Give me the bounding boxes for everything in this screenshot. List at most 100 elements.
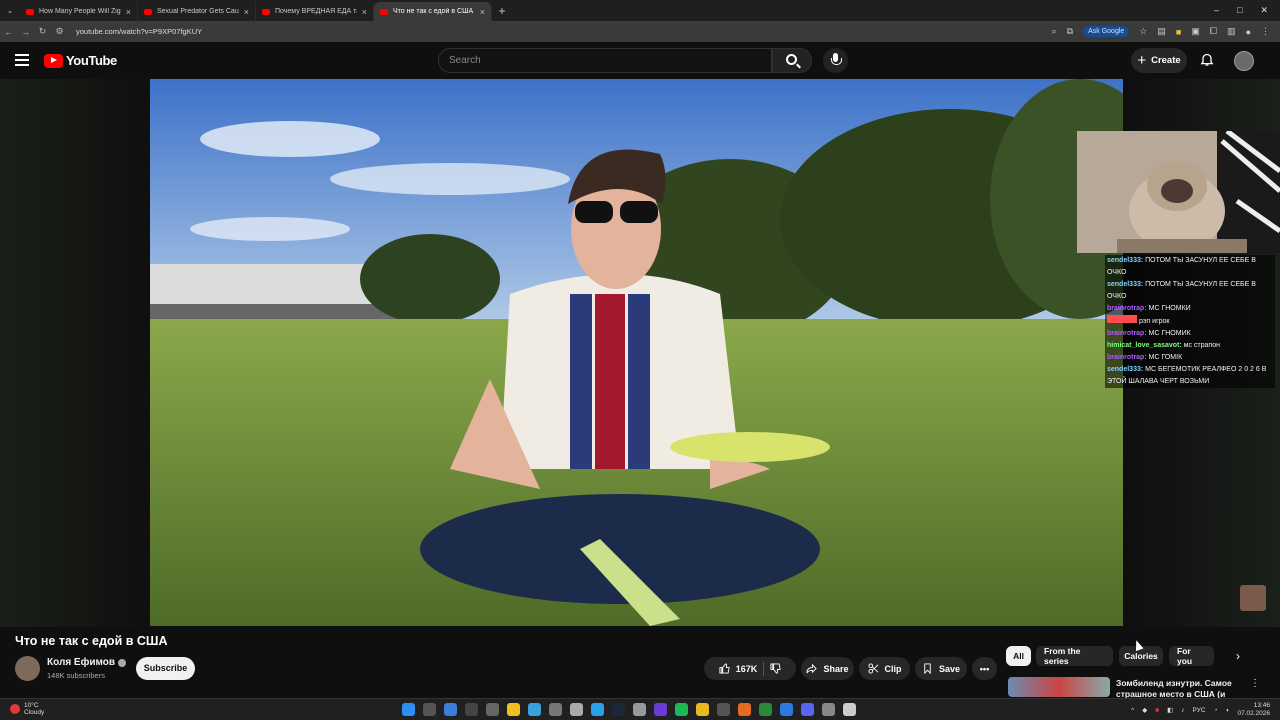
date: 07.02.2026: [1237, 710, 1270, 717]
recommendation-title[interactable]: Зомбиленд изнутри. Самое страшное место …: [1116, 678, 1236, 698]
app-icon[interactable]: [528, 703, 541, 716]
chip-all[interactable]: All: [1006, 646, 1031, 666]
chat-username: sendel333:: [1107, 257, 1144, 264]
search-input[interactable]: Search: [438, 48, 772, 73]
chevron-right-icon[interactable]: ›: [1236, 649, 1240, 663]
video-player[interactable]: [150, 79, 1123, 626]
discord-icon[interactable]: [801, 703, 814, 716]
browser-tab-2[interactable]: Sexual Predator Gets Caught in... ×: [138, 2, 256, 21]
chat-username: brainrotrap:: [1107, 305, 1147, 312]
browser-tab-active[interactable]: Что не так с едой в США ×: [374, 2, 492, 21]
share-button[interactable]: Share: [801, 657, 854, 680]
channel-name-row[interactable]: Коля Ефимов: [47, 657, 127, 668]
language-indicator[interactable]: РУС: [1193, 707, 1206, 714]
close-tab-icon[interactable]: ×: [480, 7, 485, 17]
tray-app-icon[interactable]: ◆: [1142, 706, 1147, 714]
extension-icon[interactable]: ▣: [1191, 26, 1200, 37]
bookmark-star-icon[interactable]: ☆: [1139, 26, 1147, 37]
profile-avatar-icon[interactable]: ●: [1246, 27, 1251, 37]
close-tab-icon[interactable]: ×: [244, 7, 249, 17]
mic-icon[interactable]: ♪: [1181, 707, 1184, 714]
app-icon[interactable]: [822, 703, 835, 716]
tray-app-icon[interactable]: ◧: [1167, 706, 1173, 714]
app-icon[interactable]: [759, 703, 772, 716]
hamburger-menu-icon[interactable]: [15, 54, 29, 66]
network-icon[interactable]: ◔: [1214, 707, 1218, 714]
windows-start-icon[interactable]: [402, 703, 415, 716]
extension-icon[interactable]: ▤: [1157, 26, 1166, 37]
recommendation-thumbnail[interactable]: [1008, 677, 1110, 697]
chat-text: рэп игрок: [1138, 318, 1170, 325]
voice-search-mic-icon[interactable]: [823, 48, 848, 73]
app-icon[interactable]: [654, 703, 667, 716]
app-icon[interactable]: [738, 703, 751, 716]
save-button[interactable]: Save: [915, 657, 967, 680]
close-tab-icon[interactable]: ×: [126, 7, 131, 17]
app-icon[interactable]: [486, 703, 499, 716]
thumbs-up-icon[interactable]: [719, 663, 730, 674]
youtube-favicon-icon: [144, 8, 152, 15]
mini-avatar-overlay: [1240, 585, 1266, 611]
weather-icon: [10, 704, 20, 714]
search-button[interactable]: [772, 48, 812, 73]
back-icon[interactable]: ←: [0, 27, 17, 37]
thumbs-down-icon[interactable]: [770, 663, 781, 674]
channel-name[interactable]: Коля Ефимов: [47, 657, 115, 668]
clip-button[interactable]: Clip: [859, 657, 910, 680]
reload-icon[interactable]: ↻: [34, 26, 51, 37]
close-tab-icon[interactable]: ×: [362, 7, 367, 17]
subscriber-count: 148K subscribers: [47, 671, 105, 680]
zoom-icon[interactable]: ⌕: [1052, 26, 1057, 37]
sidebar-icon[interactable]: ▥: [1227, 26, 1236, 37]
chip-for-you[interactable]: For you: [1169, 646, 1214, 666]
like-count[interactable]: 167K: [736, 664, 758, 674]
chat-username: [1107, 315, 1137, 323]
close-window-icon[interactable]: ✕: [1260, 5, 1268, 16]
browser-tab-1[interactable]: How Many People Will Zigant... ×: [20, 2, 138, 21]
file-explorer-icon[interactable]: [507, 703, 520, 716]
app-icon[interactable]: [717, 703, 730, 716]
copilot-icon[interactable]: [465, 703, 478, 716]
chrome-icon[interactable]: [696, 703, 709, 716]
search-icon[interactable]: [423, 703, 436, 716]
tab-title: Что не так с едой в США: [393, 8, 474, 15]
steam-icon[interactable]: [612, 703, 625, 716]
subscribe-button[interactable]: Subscribe: [136, 657, 195, 680]
channel-avatar[interactable]: [15, 656, 40, 681]
clock[interactable]: 13:46 07.02.2026: [1237, 702, 1270, 718]
volume-icon[interactable]: ◖: [1226, 707, 1230, 714]
extension-icon[interactable]: ■: [1176, 27, 1181, 37]
telegram-icon[interactable]: [591, 703, 604, 716]
chatgpt-icon[interactable]: [633, 703, 646, 716]
widgets-icon[interactable]: [444, 703, 457, 716]
chevron-up-icon[interactable]: ^: [1131, 707, 1134, 714]
music-icon[interactable]: [843, 703, 856, 716]
site-info-icon[interactable]: ⚙: [51, 26, 68, 37]
extensions-puzzle-icon[interactable]: ⧠: [1210, 26, 1217, 37]
calculator-icon[interactable]: [570, 703, 583, 716]
search-icon: [786, 54, 797, 65]
tab-search-icon[interactable]: ⌄: [0, 6, 20, 15]
app-icon[interactable]: [549, 703, 562, 716]
forward-icon[interactable]: →: [17, 27, 34, 37]
weather-widget[interactable]: 10°C Cloudy: [10, 702, 44, 716]
browser-menu-icon[interactable]: ⋮: [1261, 26, 1270, 37]
account-avatar[interactable]: [1234, 51, 1254, 71]
ask-google-button[interactable]: Ask Google: [1083, 26, 1130, 37]
minimize-icon[interactable]: –: [1214, 5, 1219, 16]
url-field[interactable]: youtube.com/watch?v=P9XP07fgKUY: [76, 27, 1052, 36]
tray-app-icon[interactable]: ■: [1155, 707, 1159, 714]
maximize-icon[interactable]: □: [1237, 5, 1242, 16]
new-tab-button[interactable]: +: [492, 4, 512, 18]
browser-tab-3[interactable]: Почему ВРЕДНАЯ ЕДА такая В... ×: [256, 2, 374, 21]
create-button[interactable]: + Create: [1131, 48, 1187, 73]
more-actions-button[interactable]: •••: [972, 657, 997, 680]
spotify-icon[interactable]: [675, 703, 688, 716]
chip-from-the-series[interactable]: From the series: [1036, 646, 1113, 666]
chat-message: brainrotrap: МС ГОМІК: [1105, 352, 1275, 364]
notifications-bell-icon[interactable]: [1200, 53, 1214, 67]
youtube-logo[interactable]: YouTube: [44, 53, 117, 68]
install-icon[interactable]: ⧉: [1067, 26, 1073, 37]
app-icon[interactable]: [780, 703, 793, 716]
more-vertical-icon[interactable]: ⋮: [1250, 678, 1260, 689]
